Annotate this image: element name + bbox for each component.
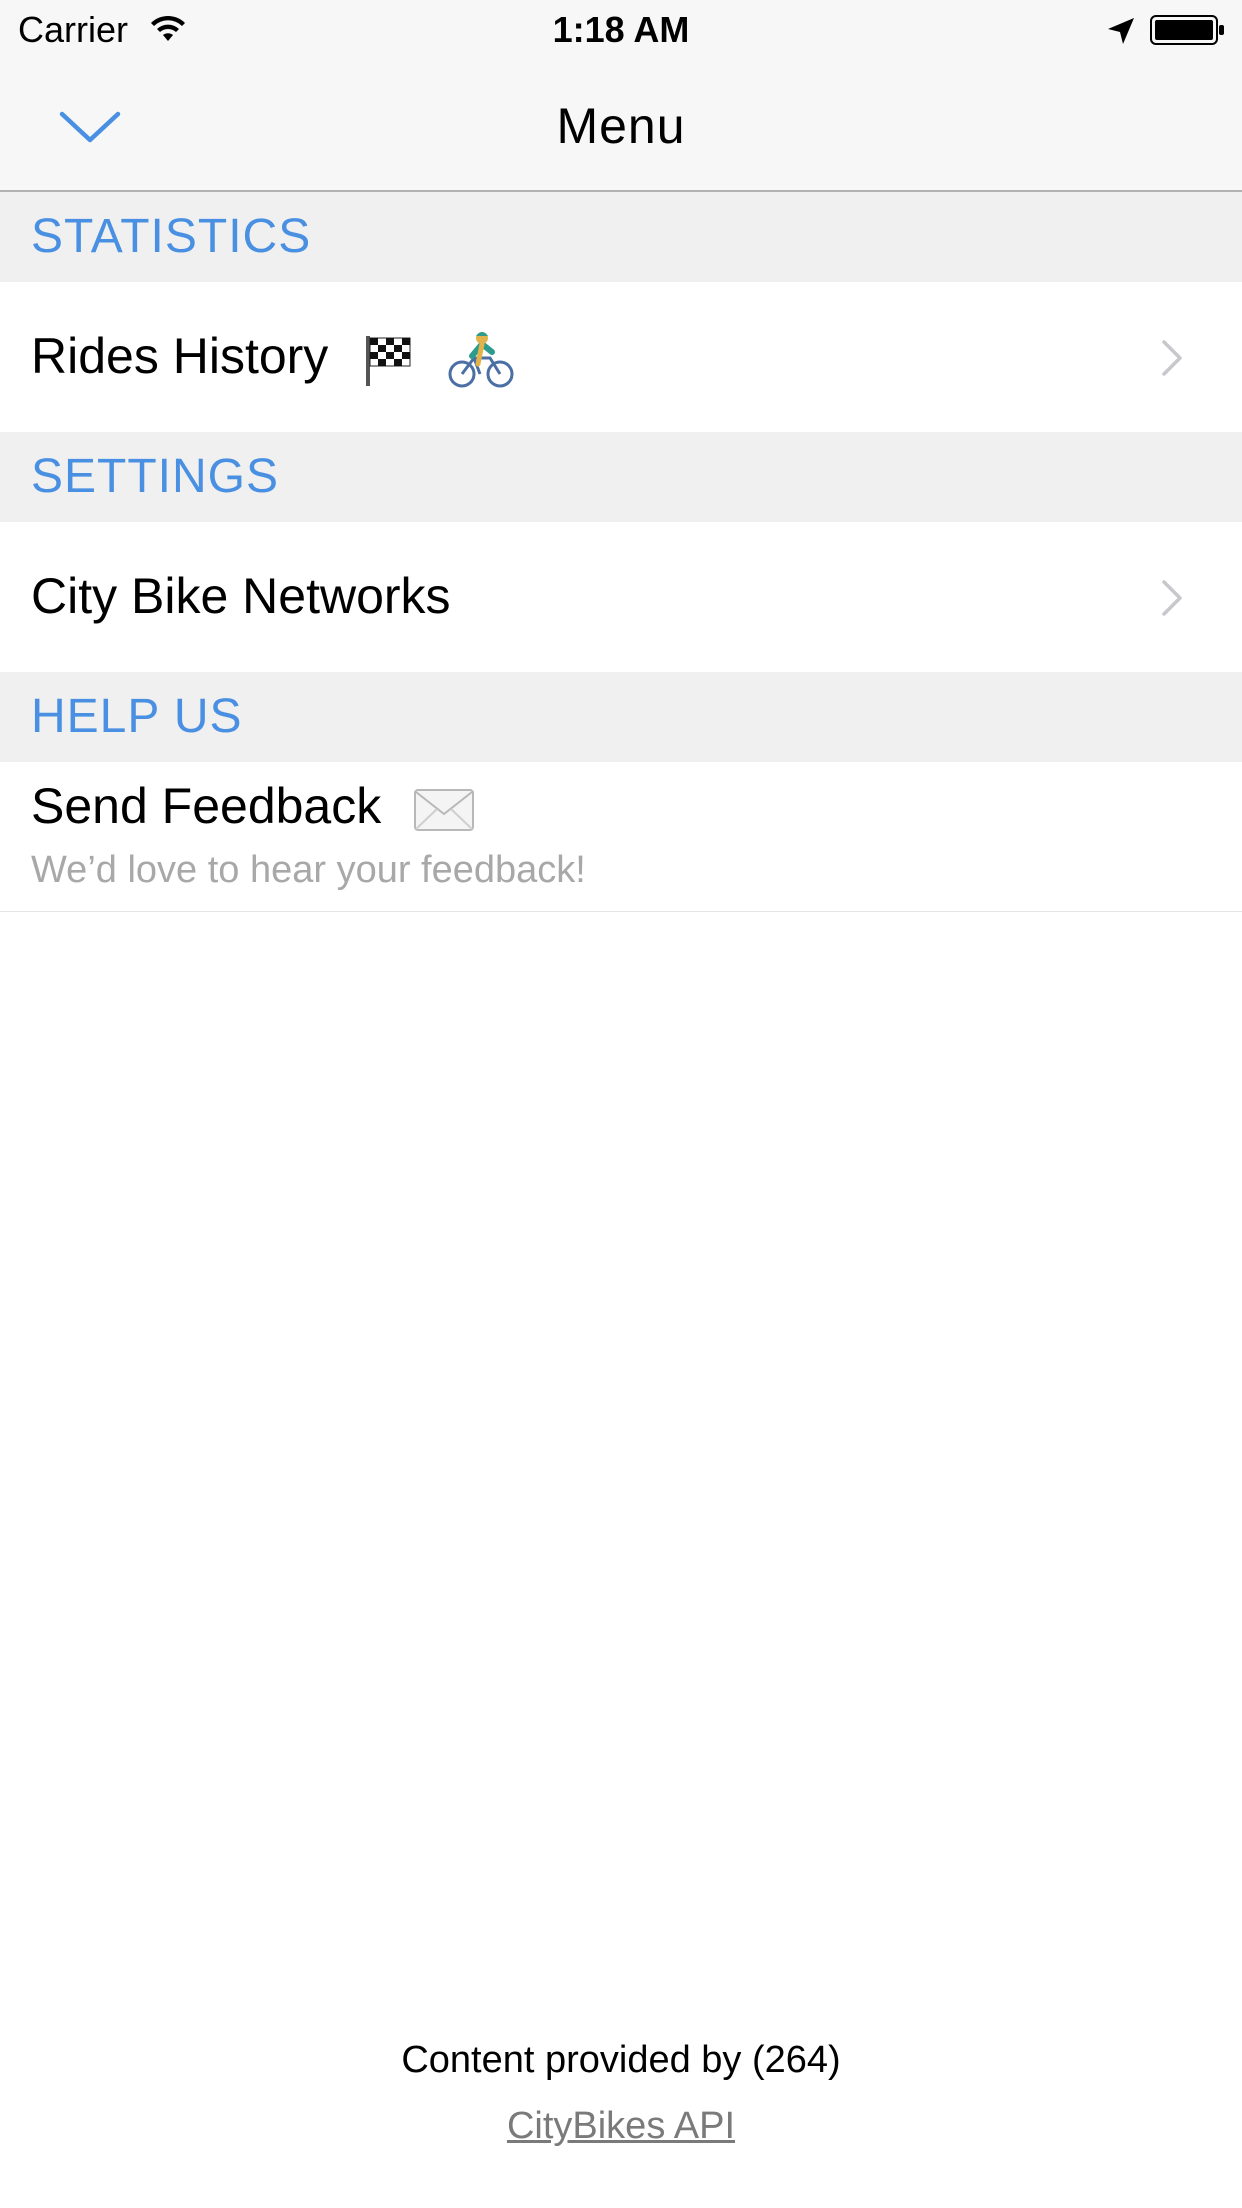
send-feedback-label: Send Feedback — [31, 778, 382, 834]
clock: 1:18 AM — [552, 9, 690, 50]
page-title: Menu — [556, 98, 686, 154]
top-bar: Carrier 1:18 AM Menu — [0, 0, 1242, 192]
envelope-icon — [414, 788, 475, 831]
section-header-help-us: HELP US — [0, 672, 1242, 762]
section-header-label: HELP US — [31, 690, 243, 743]
chevron-right-icon — [1162, 340, 1182, 376]
cyclist-icon — [448, 331, 514, 388]
send-feedback-row[interactable]: Send Feedback We’d love to hear your fee… — [0, 762, 1242, 912]
location-arrow-icon — [1108, 18, 1134, 44]
status-bar: Carrier 1:18 AM — [0, 0, 1242, 60]
footer-attribution: Content provided by (264) — [401, 2039, 841, 2081]
menu-screen: Carrier 1:18 AM Menu STATISTICS Rides Hi… — [0, 0, 1242, 2208]
chevron-right-icon — [1162, 580, 1182, 616]
send-feedback-subtitle: We’d love to hear your feedback! — [31, 849, 586, 891]
city-bike-networks-label: City Bike Networks — [31, 568, 451, 624]
section-header-statistics: STATISTICS — [0, 192, 1242, 282]
section-header-label: SETTINGS — [31, 450, 280, 503]
section-header-settings: SETTINGS — [0, 432, 1242, 522]
row-divider — [0, 911, 1242, 912]
checkered-flag-icon — [366, 335, 411, 386]
navigation-bar: Menu — [0, 60, 1242, 190]
city-bike-networks-row[interactable]: City Bike Networks — [0, 522, 1242, 672]
citybikes-api-link[interactable]: CityBikes API — [507, 2105, 735, 2147]
section-header-label: STATISTICS — [31, 210, 312, 263]
rides-history-row[interactable]: Rides History — [0, 282, 1242, 432]
footer-link-container: CityBikes API — [0, 2104, 1242, 2148]
rides-history-label: Rides History — [31, 328, 329, 384]
battery-icon — [1150, 15, 1224, 45]
